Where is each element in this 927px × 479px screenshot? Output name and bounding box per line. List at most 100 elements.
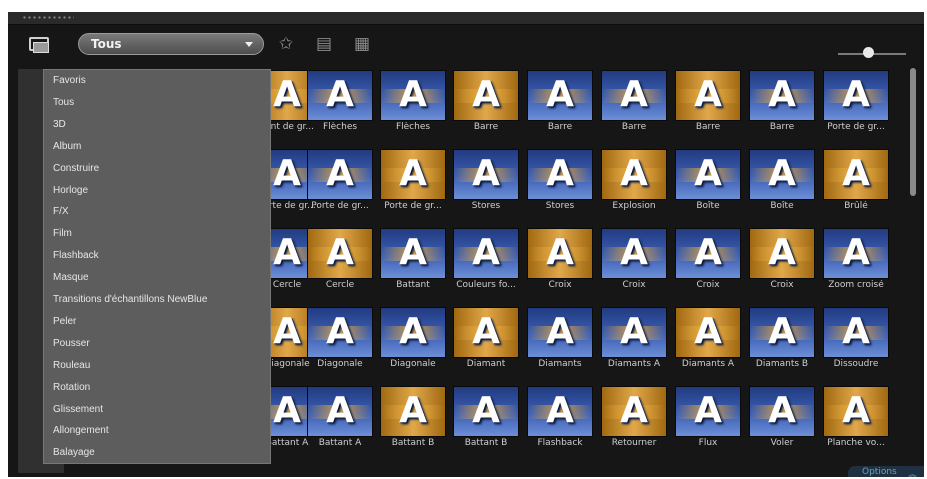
transition-thumbnail[interactable]: A Cercle (305, 228, 375, 298)
transition-thumbnail[interactable]: A Dissoudre (821, 307, 891, 377)
category-option[interactable]: Rotation (53, 382, 90, 393)
transition-glyph: A (842, 74, 870, 115)
transition-thumbnail[interactable]: A Explosion (599, 149, 669, 219)
transition-glyph: A (768, 390, 796, 431)
transition-preview-image: A (675, 228, 741, 279)
transition-thumbnail[interactable]: A Barre (673, 70, 743, 140)
transition-label: Voler (770, 438, 794, 448)
category-option[interactable]: Rouleau (53, 360, 90, 371)
transition-thumbnail[interactable]: A Diamants A (599, 307, 669, 377)
transition-preview-image: A (380, 149, 446, 200)
transition-thumbnail[interactable]: A Diamants B (747, 307, 817, 377)
transition-thumbnail[interactable]: A Diamant (451, 307, 521, 377)
transition-glyph: A (620, 311, 648, 352)
category-option[interactable]: Album (53, 141, 81, 152)
transition-glyph: A (842, 153, 870, 194)
transition-label: Explosion (612, 201, 656, 211)
transition-glyph: A (472, 390, 500, 431)
category-option[interactable]: Favoris (53, 75, 86, 86)
transition-glyph: A (620, 390, 648, 431)
transition-label: Brûlé (844, 201, 868, 211)
category-option[interactable]: Balayage (53, 447, 95, 458)
transition-thumbnail[interactable]: A Porte de gr... (821, 70, 891, 140)
transition-thumbnail[interactable]: A Croix (747, 228, 817, 298)
transition-preview-image: A (675, 386, 741, 437)
transition-thumbnail[interactable]: A Stores (525, 149, 595, 219)
transition-thumbnail[interactable]: A Stores (451, 149, 521, 219)
transition-label: Flèches (322, 122, 358, 132)
transition-label: Porte de gr... (311, 201, 369, 211)
transition-glyph: A (546, 390, 574, 431)
transition-thumbnail[interactable]: A Brûlé (821, 149, 891, 219)
transition-thumbnail[interactable]: A Flux (673, 386, 743, 456)
transition-thumbnail[interactable]: A Retourner (599, 386, 669, 456)
transition-thumbnail[interactable]: A Battant A (305, 386, 375, 456)
category-option[interactable]: 3D (53, 119, 66, 130)
transition-label: Planche vo... (827, 438, 885, 448)
transition-glyph: A (842, 311, 870, 352)
transition-thumbnail[interactable]: A Battant B (451, 386, 521, 456)
transition-glyph: A (694, 232, 722, 273)
transition-label: Croix (696, 280, 720, 290)
transition-thumbnail[interactable]: A Battant B (378, 386, 448, 456)
category-option[interactable]: Pousser (53, 338, 90, 349)
transition-glyph: A (326, 390, 354, 431)
transition-thumbnail[interactable]: A Croix (599, 228, 669, 298)
transition-thumbnail[interactable]: A Diamants (525, 307, 595, 377)
transition-glyph: A (472, 232, 500, 273)
category-option[interactable]: Masque (53, 272, 89, 283)
transition-label: Croix (548, 280, 572, 290)
category-option[interactable]: Film (53, 228, 72, 239)
transition-thumbnail[interactable]: A Croix (673, 228, 743, 298)
transition-thumbnail[interactable]: A Croix (525, 228, 595, 298)
transition-thumbnail[interactable]: A Boîte (747, 149, 817, 219)
transition-label: Barre (547, 122, 573, 132)
transition-label: Croix (770, 280, 794, 290)
category-option[interactable]: Construire (53, 163, 99, 174)
category-option[interactable]: Peler (53, 316, 76, 327)
category-option[interactable]: Flashback (53, 250, 99, 261)
transition-label: Boîte (770, 201, 794, 211)
category-option[interactable]: Tous (53, 97, 74, 108)
transition-thumbnail[interactable]: A Flèches (305, 70, 375, 140)
transition-glyph: A (326, 232, 354, 273)
transition-thumbnail[interactable]: A Diagonale (378, 307, 448, 377)
transition-thumbnail[interactable]: A Planche vo... (821, 386, 891, 456)
options-button[interactable]: Options ︽ (848, 466, 924, 477)
transition-thumbnail[interactable]: A Porte de gr... (378, 149, 448, 219)
transition-thumbnail[interactable]: A Boîte (673, 149, 743, 219)
transition-thumbnail[interactable]: A Battant (378, 228, 448, 298)
transition-thumbnail[interactable]: A Voler (747, 386, 817, 456)
category-option[interactable]: Transitions d'échantillons NewBlue (53, 294, 207, 305)
transition-label: Diamants A (681, 359, 735, 369)
transition-preview-image: A (453, 149, 519, 200)
transition-preview-image: A (380, 70, 446, 121)
transition-thumbnail[interactable]: A Flèches (378, 70, 448, 140)
transition-glyph: A (399, 311, 427, 352)
transition-label: Barre (473, 122, 499, 132)
transition-thumbnail[interactable]: A Diamants A (673, 307, 743, 377)
transition-thumbnail[interactable]: A Barre (451, 70, 521, 140)
category-option[interactable]: Allongement (53, 425, 109, 436)
transition-label: Barre (621, 122, 647, 132)
transition-thumbnail[interactable]: A Barre (599, 70, 669, 140)
transition-label: Cercle (325, 280, 355, 290)
transition-thumbnail[interactable]: A Barre (525, 70, 595, 140)
transition-label: Diamants (538, 359, 582, 369)
transition-preview-image: A (823, 386, 889, 437)
transition-preview-image: A (527, 70, 593, 121)
category-option[interactable]: F/X (53, 206, 69, 217)
transition-label: Barre (769, 122, 795, 132)
transition-label: Battant (396, 280, 430, 290)
transition-label: Diagonale (317, 359, 363, 369)
transition-thumbnail[interactable]: A Barre (747, 70, 817, 140)
category-option[interactable]: Horloge (53, 185, 88, 196)
transition-thumbnail[interactable]: A Diagonale (305, 307, 375, 377)
transition-preview-image: A (453, 307, 519, 358)
vertical-scrollbar[interactable] (910, 68, 916, 196)
transition-thumbnail[interactable]: A Flashback (525, 386, 595, 456)
transition-thumbnail[interactable]: A Couleurs fo... (451, 228, 521, 298)
transition-thumbnail[interactable]: A Zoom croisé (821, 228, 891, 298)
transition-thumbnail[interactable]: A Porte de gr... (305, 149, 375, 219)
category-option[interactable]: Glissement (53, 404, 103, 415)
